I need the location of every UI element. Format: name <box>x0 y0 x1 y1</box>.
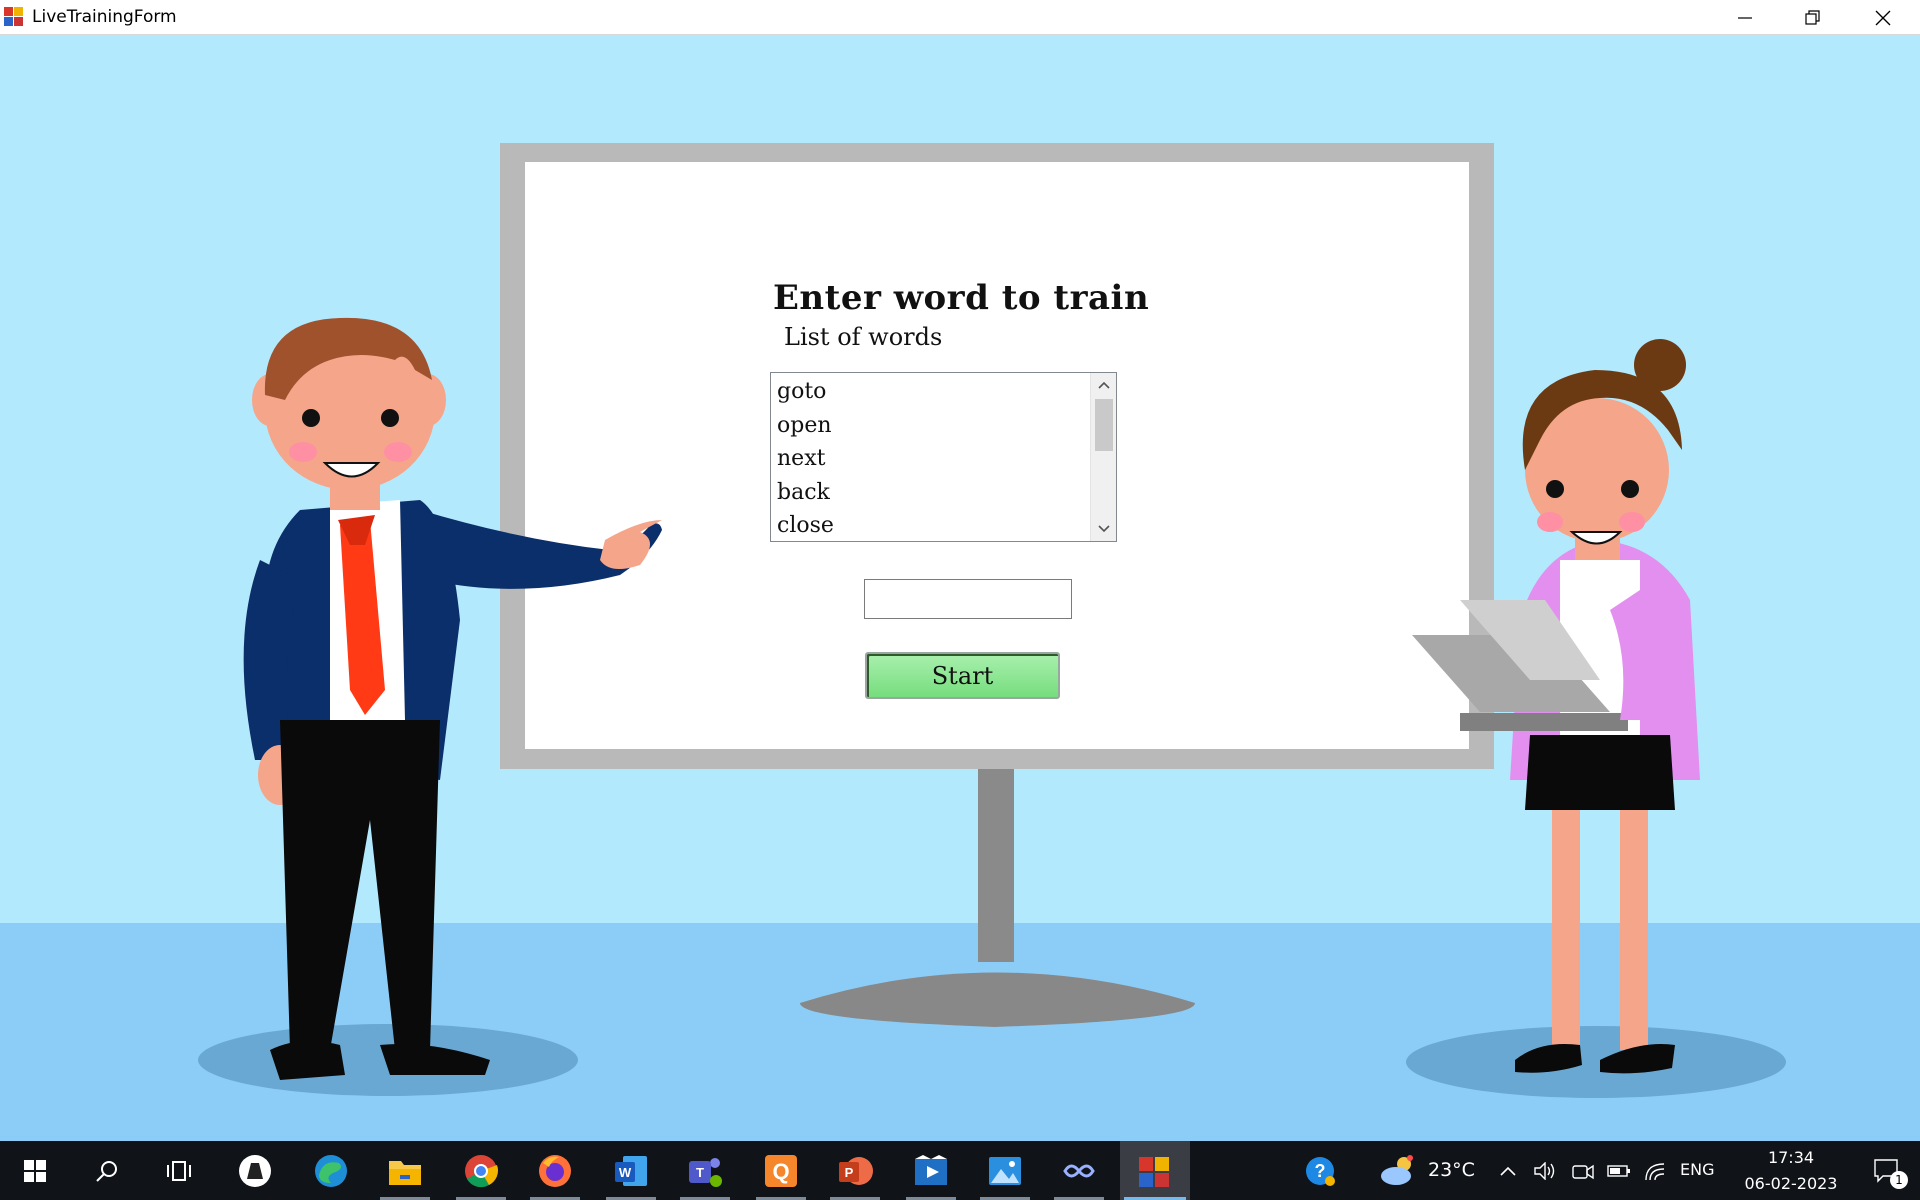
video-editor-icon <box>915 1154 947 1185</box>
notifications-button[interactable]: 1 <box>1862 1141 1912 1200</box>
taskbar-file-explorer[interactable] <box>370 1141 440 1200</box>
word-icon: W <box>615 1155 647 1186</box>
svg-text:T: T <box>696 1165 704 1180</box>
svg-text:?: ? <box>1315 1161 1326 1181</box>
help-tray-button[interactable]: ? <box>1292 1141 1348 1200</box>
minimize-icon <box>1738 16 1752 19</box>
clock-time: 17:34 <box>1767 1147 1815 1167</box>
taskbar-edge[interactable] <box>296 1141 366 1200</box>
input-language[interactable]: ENG <box>1680 1160 1714 1179</box>
window-title: LiveTrainingForm <box>32 7 177 27</box>
volume-icon <box>1534 1161 1555 1180</box>
taskbar-teams[interactable]: T <box>670 1141 740 1200</box>
form-client-area: Enter word to train List of words goto o… <box>0 35 1920 1141</box>
start-icon <box>24 1159 46 1182</box>
q-app-icon: Q <box>765 1154 797 1187</box>
list-item[interactable]: open <box>771 409 1090 443</box>
restore-icon <box>1805 9 1820 25</box>
clock[interactable]: 17:34 06-02-2023 <box>1726 1141 1856 1200</box>
live-training-form-icon <box>1139 1156 1169 1187</box>
network-button[interactable] <box>1638 1141 1672 1200</box>
scroll-thumb[interactable] <box>1095 399 1113 451</box>
taskbar-video-editor[interactable] <box>896 1141 966 1200</box>
svg-text:W: W <box>619 1165 632 1180</box>
chrome-icon <box>465 1154 499 1187</box>
minimize-button[interactable] <box>1710 0 1780 35</box>
battery-button[interactable] <box>1602 1141 1636 1200</box>
taskbar: W T Q P ? 23°C ENG 17:34 06-02-2023 1 <box>0 1141 1920 1200</box>
edge-icon <box>315 1154 347 1187</box>
svg-text:Q: Q <box>772 1159 789 1184</box>
taskbar-search-button[interactable] <box>72 1141 142 1200</box>
powerpoint-icon: P <box>839 1156 873 1185</box>
taskbar-q-app[interactable]: Q <box>746 1141 816 1200</box>
clock-date: 06-02-2023 <box>1744 1173 1838 1193</box>
close-icon <box>1875 10 1891 25</box>
start-button-label: Start <box>931 661 994 690</box>
file-explorer-icon <box>389 1160 421 1185</box>
camera-icon <box>1572 1164 1594 1179</box>
list-item[interactable]: back <box>771 476 1090 510</box>
firefox-icon <box>539 1154 571 1187</box>
taskbar-app[interactable] <box>220 1141 290 1200</box>
word-list-items: goto open next back close <box>771 373 1090 541</box>
search-icon <box>96 1160 117 1182</box>
taskbar-chrome[interactable] <box>446 1141 516 1200</box>
app-icon <box>4 7 24 27</box>
start-button[interactable] <box>0 1141 70 1200</box>
taskbar-firefox[interactable] <box>520 1141 590 1200</box>
listbox-scrollbar[interactable] <box>1090 373 1116 541</box>
list-item[interactable]: next <box>771 442 1090 476</box>
volume-button[interactable] <box>1528 1141 1562 1200</box>
chevron-up-icon <box>1097 381 1110 389</box>
scroll-up-button[interactable] <box>1091 373 1116 397</box>
task-view-icon <box>167 1160 191 1181</box>
title-bar: LiveTrainingForm <box>0 0 1920 35</box>
infinity-app-icon <box>1063 1164 1095 1177</box>
weather-temperature[interactable]: 23°C <box>1428 1159 1475 1181</box>
close-button[interactable] <box>1848 0 1918 35</box>
task-view-button[interactable] <box>144 1141 214 1200</box>
app-icon <box>239 1154 271 1187</box>
taskbar-live-training-form[interactable] <box>1120 1141 1190 1200</box>
taskbar-word[interactable]: W <box>596 1141 666 1200</box>
list-item[interactable]: goto <box>771 375 1090 409</box>
word-listbox[interactable]: goto open next back close <box>770 372 1117 542</box>
notification-badge: 1 <box>1890 1171 1908 1189</box>
svg-text:P: P <box>845 1165 854 1180</box>
teams-icon: T <box>689 1157 722 1187</box>
word-list-label: List of words <box>784 323 943 351</box>
taskbar-powerpoint[interactable]: P <box>820 1141 890 1200</box>
restore-button[interactable] <box>1778 0 1848 35</box>
word-input[interactable] <box>864 579 1072 619</box>
chevron-up-icon <box>1500 1166 1516 1176</box>
weather-widget[interactable] <box>1370 1141 1424 1200</box>
battery-icon <box>1607 1164 1630 1177</box>
chevron-down-icon <box>1097 525 1110 533</box>
meet-now-button[interactable] <box>1566 1141 1600 1200</box>
wifi-icon <box>1645 1162 1665 1180</box>
taskbar-infinity-app[interactable] <box>1044 1141 1114 1200</box>
scroll-down-button[interactable] <box>1091 517 1116 541</box>
photos-icon <box>989 1156 1021 1185</box>
help-icon: ? <box>1306 1156 1335 1186</box>
taskbar-photos[interactable] <box>970 1141 1040 1200</box>
weather-cloud-moon-icon <box>1381 1154 1413 1185</box>
list-item[interactable]: close <box>771 509 1090 541</box>
form-heading: Enter word to train <box>773 278 1150 318</box>
start-button[interactable]: Start <box>865 652 1060 699</box>
show-hidden-icons-button[interactable] <box>1492 1141 1524 1200</box>
